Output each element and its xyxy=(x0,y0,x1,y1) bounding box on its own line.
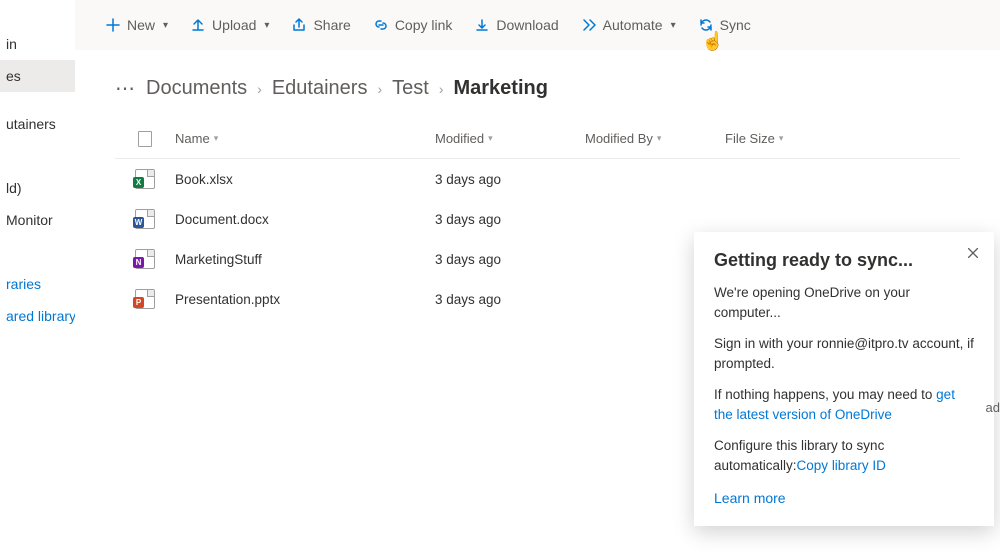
sidebar-item[interactable]: raries xyxy=(0,268,75,300)
col-modified[interactable]: Modified▾ xyxy=(435,131,585,146)
file-icon: W xyxy=(135,209,155,229)
copy-link-button[interactable]: Copy link xyxy=(373,17,453,33)
table-row[interactable]: X Book.xlsx3 days ago xyxy=(115,159,960,199)
breadcrumb-overflow[interactable]: ⋯ xyxy=(115,76,136,101)
chevron-down-icon: ▾ xyxy=(163,20,168,31)
new-label: New xyxy=(127,17,155,33)
chevron-down-icon: ▾ xyxy=(264,20,269,31)
col-name[interactable]: Name▾ xyxy=(175,131,435,146)
main-area: New ▾ Upload ▾ Share Copy link xyxy=(75,0,1000,560)
link-icon xyxy=(373,17,389,33)
chevron-down-icon: ▾ xyxy=(779,133,784,144)
file-modified: 3 days ago xyxy=(435,172,585,187)
file-modified: 3 days ago xyxy=(435,292,585,307)
download-label: Download xyxy=(496,17,558,33)
file-icon xyxy=(138,131,152,147)
chevron-down-icon: ▾ xyxy=(488,133,493,144)
download-button[interactable]: Download xyxy=(474,17,558,33)
sync-dialog: Getting ready to sync... We're opening O… xyxy=(694,232,994,526)
cursor-icon: ☝ xyxy=(702,31,724,52)
upload-label: Upload xyxy=(212,17,256,33)
dialog-text: We're opening OneDrive on your computer.… xyxy=(714,283,974,322)
close-icon[interactable] xyxy=(966,246,980,263)
breadcrumb-item[interactable]: Documents xyxy=(146,77,247,100)
dialog-text: Sign in with your ronnie@itpro.tv accoun… xyxy=(714,334,974,373)
sidebar-item[interactable]: es xyxy=(0,60,75,92)
dialog-text: Configure this library to sync automatic… xyxy=(714,436,974,475)
copy-library-id-link[interactable]: Copy library ID xyxy=(797,458,886,473)
table-header: Name▾ Modified▾ Modified By▾ File Size▾ xyxy=(115,119,960,159)
sidebar-item[interactable]: in xyxy=(0,28,75,60)
file-name: Document.docx xyxy=(175,212,435,227)
file-icon: X xyxy=(135,169,155,189)
new-button[interactable]: New ▾ xyxy=(105,17,168,33)
chevron-right-icon: › xyxy=(377,81,382,97)
chevron-down-icon: ▾ xyxy=(214,133,219,144)
sync-label: Sync xyxy=(720,17,751,33)
plus-icon xyxy=(105,17,121,33)
chevron-down-icon: ▾ xyxy=(657,133,662,144)
sidebar: in es utainers ld) Monitor raries ared l… xyxy=(0,0,75,560)
copy-link-label: Copy link xyxy=(395,17,453,33)
share-icon xyxy=(291,17,307,33)
toolbar: New ▾ Upload ▾ Share Copy link xyxy=(75,0,1000,50)
breadcrumb-current: Marketing xyxy=(453,77,547,100)
file-icon: P xyxy=(135,289,155,309)
upload-icon xyxy=(190,17,206,33)
breadcrumb-item[interactable]: Edutainers xyxy=(272,77,368,100)
toolbar-wrap: New ▾ Upload ▾ Share Copy link xyxy=(75,0,1000,50)
upload-button[interactable]: Upload ▾ xyxy=(190,17,269,33)
file-name: MarketingStuff xyxy=(175,252,435,267)
sidebar-item[interactable]: ared library xyxy=(0,300,75,332)
share-button[interactable]: Share xyxy=(291,17,350,33)
automate-button[interactable]: Automate ▾ xyxy=(581,17,676,33)
sidebar-item[interactable]: utainers xyxy=(0,108,75,140)
dialog-text: If nothing happens, you may need to get … xyxy=(714,385,974,424)
col-icon[interactable] xyxy=(115,131,175,147)
file-name: Book.xlsx xyxy=(175,172,435,187)
file-modified: 3 days ago xyxy=(435,212,585,227)
share-label: Share xyxy=(313,17,350,33)
automate-label: Automate xyxy=(603,17,663,33)
col-file-size[interactable]: File Size▾ xyxy=(725,131,835,146)
download-icon xyxy=(474,17,490,33)
breadcrumb: ⋯ Documents › Edutainers › Test › Market… xyxy=(75,50,1000,119)
sync-button[interactable]: Sync ☝ xyxy=(698,17,751,33)
file-icon: N xyxy=(135,249,155,269)
sidebar-item[interactable]: Monitor xyxy=(0,204,75,236)
cutoff-text: ad xyxy=(986,400,1000,415)
chevron-right-icon: › xyxy=(439,81,444,97)
col-modified-by[interactable]: Modified By▾ xyxy=(585,131,725,146)
learn-more-link[interactable]: Learn more xyxy=(714,490,974,506)
automate-icon xyxy=(581,17,597,33)
chevron-right-icon: › xyxy=(257,81,262,97)
sync-icon xyxy=(698,17,714,33)
dialog-title: Getting ready to sync... xyxy=(714,250,974,271)
breadcrumb-item[interactable]: Test xyxy=(392,77,429,100)
file-name: Presentation.pptx xyxy=(175,292,435,307)
file-modified: 3 days ago xyxy=(435,252,585,267)
chevron-down-icon: ▾ xyxy=(671,20,676,31)
sidebar-item[interactable]: ld) xyxy=(0,172,75,204)
